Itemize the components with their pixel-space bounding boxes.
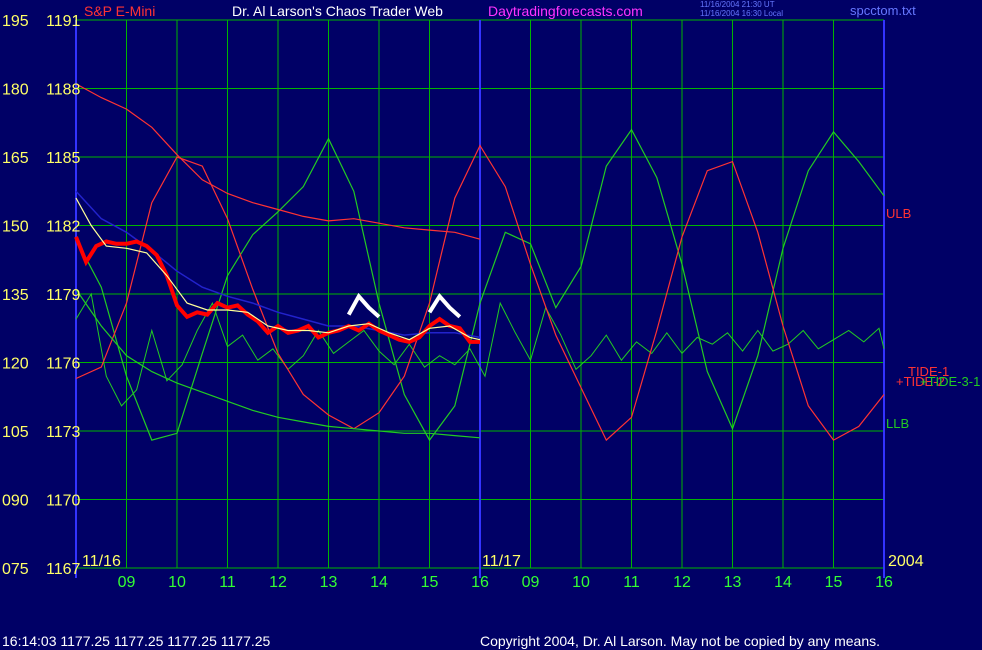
y-axis-label-price: 1188 xyxy=(46,82,81,99)
y-axis-label-price: 1182 xyxy=(46,219,81,236)
y-axis-label-left: 195 xyxy=(2,13,29,30)
chart-title: Dr. Al Larson's Chaos Trader Web xyxy=(232,3,443,19)
x-axis-tick-label: 11 xyxy=(623,574,640,591)
x-axis-tick-label: 10 xyxy=(168,574,186,591)
y-axis-label-price: 1167 xyxy=(46,561,81,578)
x-axis-tick-label: 15 xyxy=(825,574,843,591)
date-label: 11/17 xyxy=(482,553,521,570)
y-axis-label-price: 1191 xyxy=(46,13,81,30)
y-axis-label-left: 180 xyxy=(2,82,29,99)
timestamp-local: 11/16/2004 16:30 Local xyxy=(700,9,784,18)
y-axis-label-price: 1179 xyxy=(46,287,81,304)
y-axis-label-left: 105 xyxy=(2,424,29,441)
y-axis-label-left: 075 xyxy=(2,561,29,578)
file-name-label: spcctom.txt xyxy=(850,3,916,18)
date-label: 11/16 xyxy=(82,553,121,570)
timestamp-ut: 11/16/2004 21:30 UT xyxy=(700,0,775,9)
x-axis-tick-label: 13 xyxy=(320,574,338,591)
y-axis-label-left: 150 xyxy=(2,219,29,236)
copyright-notice: Copyright 2004, Dr. Al Larson. May not b… xyxy=(480,633,881,649)
x-axis-tick-label: 12 xyxy=(673,574,691,591)
x-axis-tick-label: 16 xyxy=(875,574,893,591)
x-axis-tick-label: 09 xyxy=(522,574,540,591)
x-axis-tick-label: 10 xyxy=(572,574,590,591)
series-label: +TIDE-3-1 xyxy=(920,374,980,389)
series-label: ULB xyxy=(886,206,911,221)
y-axis-label-price: 1173 xyxy=(46,424,81,441)
y-axis-label-price: 1185 xyxy=(46,150,81,167)
y-axis-label-price: 1170 xyxy=(46,493,81,510)
x-axis-tick-label: 09 xyxy=(118,574,136,591)
x-axis-tick-label: 14 xyxy=(774,574,792,591)
symbol-label: S&P E-Mini xyxy=(84,3,156,19)
y-axis-label-price: 1176 xyxy=(46,356,81,373)
site-link[interactable]: Daytradingforecasts.com xyxy=(488,4,643,18)
quote-readout: 16:14:03 1177.25 1177.25 1177.25 1177.25 xyxy=(2,633,271,649)
chaos-trader-chart: 195 1191 180 1188 165 1185 150 1182 135 1179 120 11… xyxy=(0,0,982,650)
x-axis-tick-label: 15 xyxy=(421,574,439,591)
x-axis-tick-label: 14 xyxy=(370,574,388,591)
x-axis-tick-label: 16 xyxy=(471,574,489,591)
y-axis-label-left: 120 xyxy=(2,356,29,373)
x-axis-tick-label: 11 xyxy=(219,574,236,591)
y-axis-label-left: 135 xyxy=(2,287,29,304)
y-axis-label-left: 090 xyxy=(2,493,29,510)
series-label: LLB xyxy=(886,416,909,431)
x-axis-tick-label: 13 xyxy=(724,574,742,591)
date-label: 2004 xyxy=(888,553,924,570)
y-axis-label-left: 165 xyxy=(2,150,29,167)
x-axis-tick-label: 12 xyxy=(269,574,287,591)
